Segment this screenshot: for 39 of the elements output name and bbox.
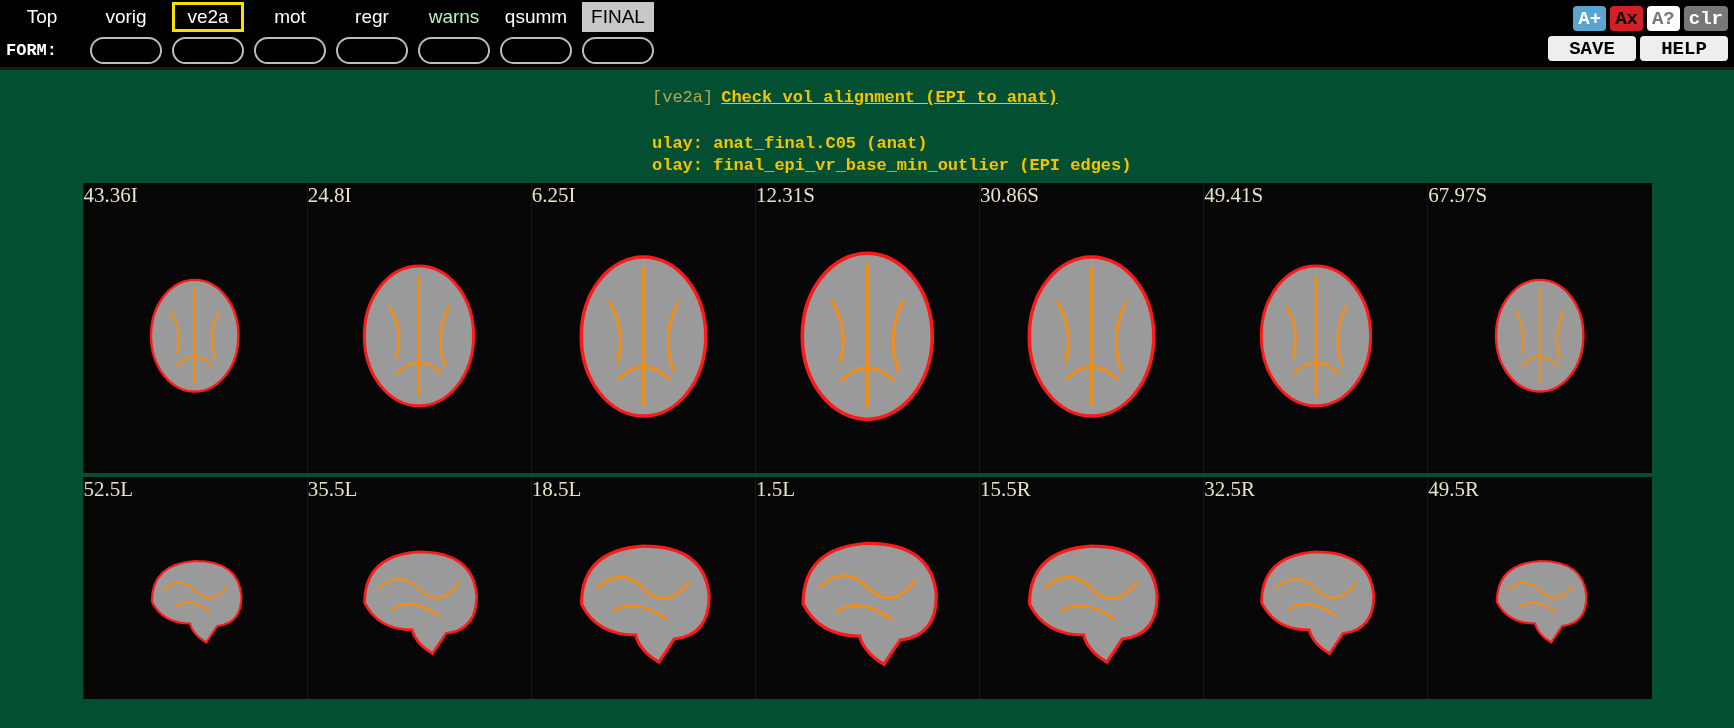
rating-field[interactable]	[90, 37, 162, 64]
nav-tab[interactable]: vorig	[90, 2, 162, 32]
slice-coordinate: 15.5R	[980, 477, 1031, 502]
slice-coordinate: 1.5L	[755, 477, 795, 502]
slice-coordinate: 43.36I	[83, 183, 138, 208]
nav-tab[interactable]: mot	[254, 2, 326, 32]
rating-field[interactable]	[500, 37, 572, 64]
slice-coordinate: 49.41S	[1204, 183, 1264, 208]
slice-coordinate: 32.5R	[1204, 477, 1255, 502]
rating-field[interactable]	[254, 37, 326, 64]
slice-coordinate: 30.86S	[980, 183, 1039, 208]
nav-tab[interactable]: qsumm	[500, 2, 572, 32]
slice-coordinate: 49.5R	[1428, 477, 1480, 502]
slice-coordinate: 35.5L	[307, 477, 358, 502]
tool-button[interactable]: Ax	[1610, 6, 1643, 31]
section-tag: [ve2a]	[652, 88, 714, 107]
action-button[interactable]: SAVE	[1548, 36, 1636, 61]
dataset-info: olay: final_epi_vr_base_min_outlier (EPI edges)	[652, 155, 1133, 177]
rating-field[interactable]	[172, 37, 244, 64]
rating-field[interactable]	[418, 37, 490, 64]
slice-coordinate: 12.31S	[755, 183, 815, 208]
tool-button[interactable]: clr	[1683, 6, 1728, 31]
rating-field[interactable]	[582, 37, 654, 64]
form-label: FORM:	[5, 41, 58, 60]
tool-button[interactable]: A?	[1646, 6, 1680, 31]
slice-coordinate: 67.97S	[1428, 183, 1488, 208]
nav-tab[interactable]: regr	[336, 2, 408, 32]
rating-field[interactable]	[336, 37, 408, 64]
section-title-link[interactable]: Check vol alignment (EPI to anat)	[721, 88, 1058, 107]
nav-tab[interactable]: ve2a	[172, 2, 244, 32]
action-button[interactable]: HELP	[1640, 36, 1728, 61]
nav-tab[interactable]: Top	[4, 2, 80, 32]
slice-coordinate: 18.5L	[531, 477, 582, 502]
dataset-info: ulay: anat_final.C05 (anat)	[652, 133, 929, 155]
slice-coordinate: 52.5L	[83, 477, 134, 502]
slice-coordinate: 24.8I	[307, 183, 352, 208]
nav-tab[interactable]: warns	[418, 2, 490, 32]
slice-coordinate: 6.25I	[531, 183, 576, 208]
nav-tab[interactable]: FINAL	[582, 2, 654, 32]
